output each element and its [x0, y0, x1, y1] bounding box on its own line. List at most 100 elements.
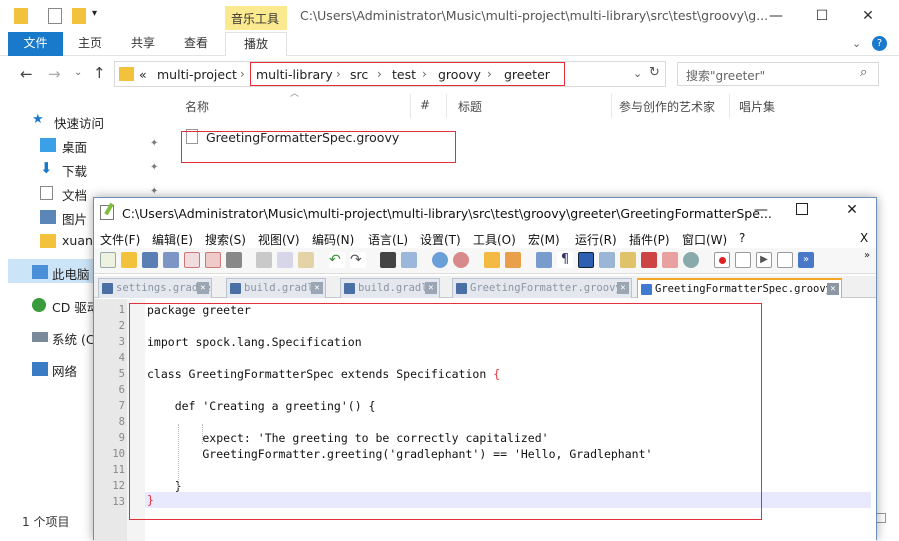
tab-greetingformatterspec-groovy[interactable]: GreetingFormatterSpec.groovy ✕ — [637, 278, 842, 298]
save-icon[interactable] — [142, 252, 158, 268]
back-arrow-icon[interactable]: ← — [20, 65, 33, 83]
menu-plugins[interactable]: 插件(P) — [629, 231, 670, 248]
run-macro-multiple-icon[interactable] — [777, 252, 793, 268]
close-tab-icon[interactable]: ✕ — [617, 282, 629, 294]
play-macro-icon[interactable]: ▶ — [756, 252, 772, 268]
menu-encoding[interactable]: 编码(N) — [312, 231, 354, 248]
tab-greetingformatter-groovy[interactable]: GreetingFormatter.groovy ✕ — [452, 278, 632, 298]
menu-settings[interactable]: 设置(T) — [420, 231, 461, 248]
refresh-icon[interactable]: ↻ — [649, 65, 660, 80]
folder-icon — [119, 67, 134, 81]
document-icon — [40, 186, 53, 200]
minimize-icon[interactable]: — — [749, 202, 773, 218]
column-divider[interactable] — [410, 94, 411, 118]
view-toggle-icon[interactable] — [876, 513, 886, 523]
tab-home[interactable]: 主页 — [78, 32, 102, 56]
column-artist[interactable]: 参与创作的艺术家 — [619, 98, 715, 115]
column-title[interactable]: 标题 — [458, 98, 482, 115]
pin-icon[interactable]: ✦ — [150, 138, 158, 149]
stop-macro-icon[interactable] — [735, 252, 751, 268]
up-arrow-icon[interactable]: ↑ — [93, 64, 106, 82]
undo-icon[interactable]: ↶ — [329, 252, 345, 268]
menu-file[interactable]: 文件(F) — [100, 231, 140, 248]
close-tab-icon[interactable]: ✕ — [827, 283, 839, 295]
close-tab-icon[interactable]: ✕ — [197, 282, 209, 294]
tab-share[interactable]: 共享 — [131, 32, 155, 56]
column-album[interactable]: 唱片集 — [739, 98, 775, 115]
sync-horizontal-icon[interactable] — [505, 252, 521, 268]
close-tab-icon[interactable]: ✕ — [311, 282, 323, 294]
print-icon[interactable] — [226, 252, 242, 268]
column-name[interactable]: 名称 — [185, 98, 209, 115]
find-icon[interactable] — [380, 252, 396, 268]
address-dropdown-icon[interactable]: ⌄ — [633, 67, 642, 80]
word-wrap-icon[interactable] — [536, 252, 552, 268]
properties-icon[interactable] — [48, 8, 62, 24]
breadcrumb-multi-project[interactable]: multi-project — [157, 67, 237, 82]
menu-language[interactable]: 语言(L) — [368, 231, 408, 248]
menu-window[interactable]: 窗口(W) — [682, 231, 727, 248]
forward-arrow-icon[interactable]: → — [48, 65, 61, 83]
save-all-icon[interactable] — [163, 252, 179, 268]
sync-vertical-icon[interactable] — [484, 252, 500, 268]
folder-as-workspace-icon[interactable] — [662, 252, 678, 268]
recent-chevron-icon[interactable]: ⌄ — [74, 67, 82, 78]
menu-macro[interactable]: 宏(M) — [528, 231, 560, 248]
maximize-icon[interactable] — [796, 203, 808, 215]
menu-search[interactable]: 搜索(S) — [205, 231, 246, 248]
tab-play[interactable]: 播放 — [225, 32, 287, 56]
music-tools-context-tab: 音乐工具 — [225, 6, 287, 30]
close-icon[interactable]: ✕ — [842, 202, 862, 218]
search-icon[interactable]: ⌕ — [860, 65, 867, 80]
tab-view[interactable]: 查看 — [184, 32, 208, 56]
menu-close-document[interactable]: X — [860, 231, 868, 245]
menu-help[interactable]: ? — [739, 231, 745, 245]
monitoring-icon[interactable] — [683, 252, 699, 268]
minimize-icon[interactable]: — — [756, 4, 796, 28]
column-divider[interactable] — [729, 94, 730, 118]
copy-icon[interactable] — [277, 252, 293, 268]
maximize-icon[interactable]: ☐ — [802, 4, 842, 28]
tab-build-gradle-2[interactable]: build.gradle ✕ — [340, 278, 440, 298]
column-divider[interactable] — [446, 94, 447, 118]
redo-icon[interactable]: ↷ — [350, 252, 366, 268]
help-icon[interactable]: ? — [872, 36, 887, 51]
toolbar-overflow-icon[interactable]: » — [864, 250, 870, 261]
tab-settings-gradle[interactable]: settings.gradle ✕ — [98, 278, 212, 298]
chevron-down-icon[interactable]: ▾ — [92, 8, 97, 19]
menu-run[interactable]: 运行(R) — [575, 231, 617, 248]
show-all-characters-icon[interactable]: ¶ — [557, 252, 573, 268]
function-list-icon[interactable] — [641, 252, 657, 268]
language-define-icon[interactable] — [599, 252, 615, 268]
replace-icon[interactable] — [401, 252, 417, 268]
open-file-icon[interactable] — [121, 252, 137, 268]
menu-view[interactable]: 视图(V) — [258, 231, 300, 248]
document-map-icon[interactable] — [620, 252, 636, 268]
close-all-icon[interactable] — [205, 252, 221, 268]
zoom-out-icon[interactable] — [453, 252, 469, 268]
pin-icon[interactable]: ✦ — [150, 162, 158, 173]
zoom-in-icon[interactable] — [432, 252, 448, 268]
cut-icon[interactable] — [256, 252, 272, 268]
new-folder-icon[interactable] — [72, 8, 86, 24]
record-macro-icon[interactable] — [714, 252, 730, 268]
menu-edit[interactable]: 编辑(E) — [152, 231, 193, 248]
column-number[interactable]: # — [420, 98, 430, 112]
column-divider[interactable] — [611, 94, 612, 118]
pin-icon[interactable]: ✦ — [150, 186, 158, 197]
indent-guide-icon[interactable] — [578, 252, 594, 268]
paste-icon[interactable] — [298, 252, 314, 268]
breadcrumb-separator-icon[interactable]: › — [240, 67, 245, 81]
address-root-marker[interactable]: « — [139, 67, 147, 82]
search-input[interactable]: 搜索"greeter" ⌕ — [677, 62, 879, 86]
close-icon[interactable]: ✕ — [848, 4, 888, 28]
new-file-icon[interactable] — [100, 252, 116, 268]
chevron-down-icon[interactable]: ⌄ — [852, 37, 861, 50]
close-tab-icon[interactable]: ✕ — [425, 282, 437, 294]
save-macro-icon[interactable]: » — [798, 252, 814, 268]
tab-file[interactable]: 文件 — [8, 32, 63, 56]
folder-icon[interactable] — [14, 8, 28, 24]
menu-tools[interactable]: 工具(O) — [473, 231, 516, 248]
tab-build-gradle-1[interactable]: build.gradle ✕ — [226, 278, 326, 298]
close-file-icon[interactable] — [184, 252, 200, 268]
